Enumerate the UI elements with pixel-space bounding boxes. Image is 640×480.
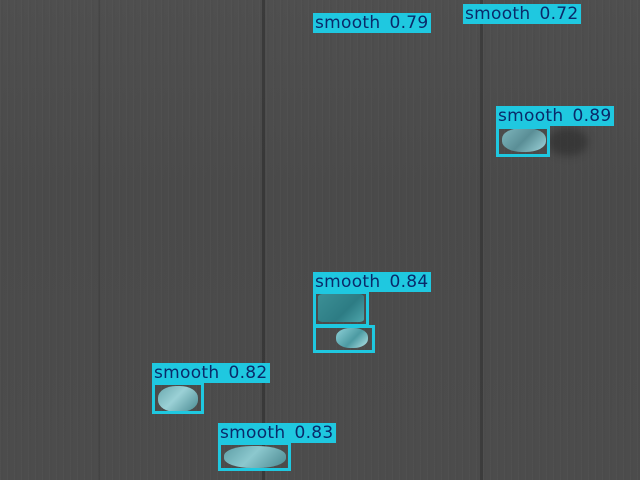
detection-box xyxy=(496,126,550,157)
detection-label: smooth 0.83 xyxy=(218,423,336,443)
detection-class: smooth xyxy=(315,272,381,292)
detection-score: 0.83 xyxy=(294,423,334,443)
inspection-image: smooth 0.79 smooth 0.72 smooth 0.89 smooth 0… xyxy=(0,0,640,480)
detection-score: 0.79 xyxy=(389,13,429,33)
detection-class: smooth xyxy=(220,423,286,443)
detection-class: smooth xyxy=(498,106,564,126)
defect-shadow xyxy=(548,128,588,156)
surface-streak xyxy=(480,0,483,480)
detection-box xyxy=(152,382,204,414)
detection-box xyxy=(313,325,375,353)
detection-label: smooth 0.72 xyxy=(463,4,581,24)
detection-class: smooth xyxy=(154,363,220,383)
detection-score: 0.84 xyxy=(389,272,429,292)
detection-label: smooth 0.82 xyxy=(152,363,270,383)
detection-score: 0.82 xyxy=(228,363,268,383)
surface-streak xyxy=(262,0,265,480)
detection-class: smooth xyxy=(315,13,381,33)
detection-score: 0.72 xyxy=(539,4,579,24)
detection-score: 0.89 xyxy=(572,106,612,126)
detection-class: smooth xyxy=(465,4,531,24)
detection-label: smooth 0.79 xyxy=(313,13,431,33)
detection-label: smooth 0.89 xyxy=(496,106,614,126)
detection-box xyxy=(218,442,291,471)
detection-label: smooth 0.84 xyxy=(313,272,431,292)
detection-box xyxy=(313,291,369,327)
